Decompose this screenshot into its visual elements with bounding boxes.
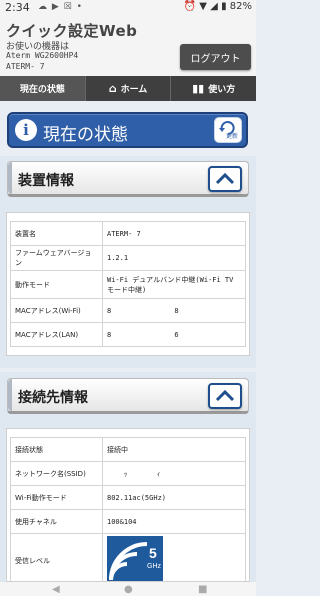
- table-row: MACアドレス(LAN) 8 6: [10, 322, 246, 347]
- logout-button[interactable]: ログアウト: [180, 44, 251, 70]
- back-icon[interactable]: ◀: [52, 584, 60, 595]
- row-key: 接続状態: [10, 437, 103, 462]
- row-key: 装置名: [10, 221, 103, 246]
- nav-home-label: ホーム: [120, 85, 148, 95]
- connection-info-panel: 接続状態 接続中 ネットワーク名(SSID) ｯ ｨ Wi-Fi動作モード 80…: [6, 428, 250, 582]
- row-key: 受信レベル: [10, 533, 103, 581]
- table-row: ファームウェアバージョン 1.2.1: [10, 245, 246, 271]
- row-value: 8 6: [102, 322, 246, 347]
- app-header: クイック設定Web お使いの機器は Aterm WG2600HP4 ATERM-…: [0, 16, 256, 76]
- refresh-label: 更新: [226, 133, 239, 140]
- chevron-up-icon: [215, 389, 235, 402]
- table-row: MACアドレス(Wi-Fi) 8 8: [10, 298, 246, 323]
- table-row: 装置名 ATERM- 7: [10, 221, 246, 246]
- row-key: ファームウェアバージョン: [10, 245, 103, 271]
- nav-help[interactable]: ▮▮ 使い方: [171, 76, 256, 101]
- battery-icon: ▮: [221, 1, 227, 12]
- signal-band: 5: [149, 545, 157, 561]
- nav-status-label: 現在の状態: [19, 85, 65, 95]
- connection-info-header: 接続先情報: [7, 378, 249, 414]
- battery-level: 82%: [229, 1, 252, 12]
- row-value: 1.2.1: [102, 245, 246, 271]
- row-value: 100&104: [102, 509, 246, 534]
- page-title: 現在の状態: [43, 125, 128, 145]
- signal-icon: ◢: [210, 1, 218, 12]
- connection-info-title: 接続先情報: [18, 390, 88, 406]
- status-right: ⏰ ▼ ◢ ▮ 82%: [184, 1, 252, 12]
- device-info-header: 装置情報: [7, 161, 249, 197]
- table-row: ネットワーク名(SSID) ｯ ｨ: [10, 461, 246, 486]
- nav-status[interactable]: 現在の状態: [0, 76, 86, 101]
- signal-level-cell: 5 GHz: [102, 533, 246, 581]
- signal-strength-icon: 5 GHz: [107, 536, 163, 581]
- connection-info-table: 接続状態 接続中 ネットワーク名(SSID) ｯ ｨ Wi-Fi動作モード 80…: [10, 437, 246, 581]
- alarm-icon: ⏰: [183, 1, 197, 12]
- book-icon: ▮▮: [192, 82, 205, 95]
- nav-help-label: 使い方: [208, 85, 236, 95]
- table-row: 受信レベル 5 GHz: [10, 533, 246, 581]
- table-row: 動作モード Wi-Fi デュアルバンド中継(Wi-Fi TV モード中継): [10, 270, 246, 299]
- row-key: Wi-Fi動作モード: [10, 485, 103, 510]
- row-value: 802.11ac(5GHz): [102, 485, 246, 510]
- refresh-button[interactable]: 更新: [214, 117, 242, 143]
- row-value: Wi-Fi デュアルバンド中継(Wi-Fi TV モード中継): [102, 270, 246, 299]
- row-value: 8 8: [102, 298, 246, 323]
- table-row: 使用チャネル 100&104: [10, 509, 246, 534]
- notification-icons: ☁ ▶ ☒ •: [38, 2, 83, 12]
- row-value: ATERM- 7: [102, 221, 246, 246]
- collapse-toggle-button[interactable]: [208, 166, 242, 192]
- signal-unit: GHz: [147, 563, 162, 570]
- section-stripe: [8, 162, 12, 194]
- row-key: ネットワーク名(SSID): [10, 461, 103, 486]
- row-key: MACアドレス(LAN): [10, 322, 103, 347]
- nav-home[interactable]: ⌂ ホーム: [86, 76, 172, 101]
- app-title: クイック設定Web: [6, 22, 138, 40]
- row-key: MACアドレス(Wi-Fi): [10, 298, 103, 323]
- section-stripe: [8, 379, 12, 411]
- collapse-toggle-button[interactable]: [208, 383, 242, 409]
- home-icon: ⌂: [108, 82, 117, 95]
- device-info-table: 装置名 ATERM- 7 ファームウェアバージョン 1.2.1 動作モード Wi…: [10, 221, 246, 347]
- recents-icon[interactable]: ■: [198, 584, 207, 595]
- device-info-title: 装置情報: [18, 173, 74, 189]
- page-title-banner: i 現在の状態 更新: [7, 112, 248, 148]
- status-bar: 2:34 ☁ ▶ ☒ • ⏰ ▼ ◢ ▮ 82%: [0, 0, 256, 16]
- home-circle-icon[interactable]: ●: [124, 584, 133, 595]
- device-name: ATERM- 7: [6, 62, 45, 71]
- chevron-up-icon: [215, 172, 235, 185]
- table-row: 接続状態 接続中: [10, 437, 246, 462]
- device-info-panel: 装置名 ATERM- 7 ファームウェアバージョン 1.2.1 動作モード Wi…: [6, 212, 250, 356]
- row-key: 使用チャネル: [10, 509, 103, 534]
- android-nav-bar: ◀ ● ■: [0, 582, 256, 596]
- table-row: Wi-Fi動作モード 802.11ac(5GHz): [10, 485, 246, 510]
- device-model: Aterm WG2600HP4: [6, 51, 79, 60]
- info-icon: i: [15, 119, 37, 141]
- status-time: 2:34: [5, 1, 30, 14]
- row-value: ｯ ｨ: [102, 461, 246, 486]
- main-nav: 現在の状態 ⌂ ホーム ▮▮ 使い方: [0, 76, 256, 101]
- row-value: 接続中: [102, 437, 246, 462]
- wifi-icon: ▼: [199, 1, 207, 12]
- row-key: 動作モード: [10, 270, 103, 299]
